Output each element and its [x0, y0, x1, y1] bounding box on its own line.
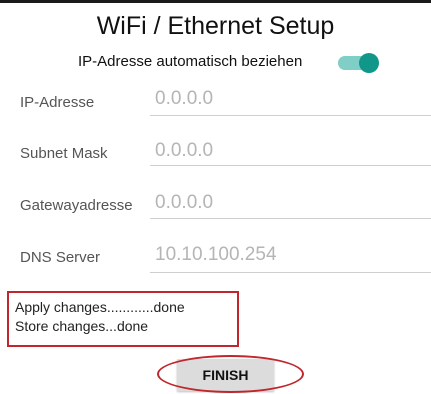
gateway-input[interactable]: 0.0.0.0: [155, 192, 213, 214]
dns-server-field: DNS Server 10.10.100.254: [0, 241, 431, 281]
finish-area: FINISH: [157, 355, 304, 393]
status-store: Store changes...done: [15, 318, 149, 334]
dns-server-underline: [150, 272, 431, 273]
ip-address-underline: [150, 115, 431, 116]
top-border: [0, 0, 431, 3]
dhcp-label: IP-Adresse automatisch beziehen: [78, 53, 303, 70]
dns-server-label: DNS Server: [20, 249, 101, 266]
ip-address-label: IP-Adresse: [20, 94, 95, 111]
switch-thumb: [359, 53, 379, 73]
gateway-label: Gatewayadresse: [20, 197, 133, 214]
ip-address-field: IP-Adresse 0.0.0.0: [0, 82, 431, 122]
status-log: Apply changes............done Store chan…: [7, 291, 239, 347]
finish-button[interactable]: FINISH: [177, 359, 274, 391]
page-title: WiFi / Ethernet Setup: [96, 12, 335, 40]
dns-server-input[interactable]: 10.10.100.254: [155, 244, 277, 266]
subnet-mask-label: Subnet Mask: [20, 145, 108, 162]
subnet-mask-input[interactable]: 0.0.0.0: [155, 140, 213, 162]
subnet-mask-field: Subnet Mask 0.0.0.0: [0, 136, 431, 176]
dhcp-switch[interactable]: [338, 53, 379, 73]
gateway-field: Gatewayadresse 0.0.0.0: [0, 188, 431, 228]
gateway-underline: [150, 218, 431, 219]
ip-address-input[interactable]: 0.0.0.0: [155, 88, 213, 110]
subnet-mask-underline: [150, 165, 431, 166]
dhcp-toggle-row: IP-Adresse automatisch beziehen: [0, 50, 431, 74]
status-apply: Apply changes............done: [15, 299, 185, 315]
